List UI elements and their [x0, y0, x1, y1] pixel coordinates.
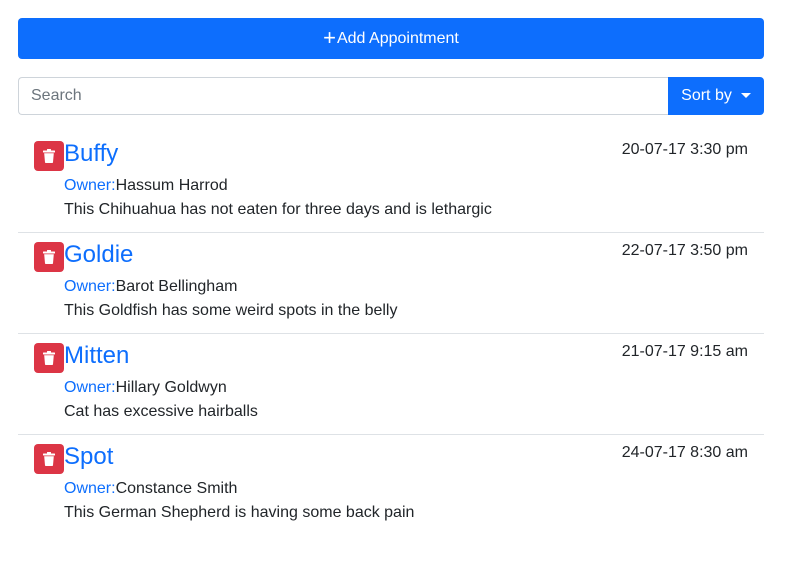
pet-name[interactable]: Buffy — [64, 139, 118, 169]
trash-icon — [43, 452, 55, 466]
trash-icon — [43, 250, 55, 264]
appointment-date: 21-07-17 9:15 am — [621, 343, 748, 360]
trash-icon — [43, 149, 55, 163]
delete-button[interactable] — [34, 141, 64, 171]
owner-line: Owner:Barot Bellingham — [64, 277, 237, 297]
plus-icon: + — [323, 24, 336, 50]
appointment-date: 24-07-17 8:30 am — [621, 444, 748, 461]
appointment-item: Mitten 21-07-17 9:15 am Owner:Hillary Go… — [18, 334, 764, 435]
owner-label: Owner: — [64, 379, 116, 396]
appointment-notes: This Chihuahua has not eaten for three d… — [64, 201, 492, 218]
search-bar: Sort by — [18, 77, 764, 115]
app-container: + Add Appointment Sort by Buffy 20-07-17… — [18, 18, 764, 536]
caret-down-icon — [740, 92, 751, 98]
appointment-date: 22-07-17 3:50 pm — [621, 242, 748, 259]
search-input[interactable] — [18, 77, 668, 115]
owner-line: Owner:Hillary Goldwyn — [64, 378, 227, 398]
pet-name[interactable]: Goldie — [64, 240, 133, 270]
owner-line: Owner:Constance Smith — [64, 479, 237, 499]
delete-button[interactable] — [34, 444, 64, 474]
delete-button[interactable] — [34, 343, 64, 373]
owner-name: Hassum Harrod — [115, 177, 228, 194]
appointment-list: Buffy 20-07-17 3:30 pm Owner:Hassum Harr… — [18, 132, 764, 536]
appointment-notes: This German Shepherd is having some back… — [64, 504, 415, 521]
appointment-item: Goldie 22-07-17 3:50 pm Owner:Barot Bell… — [18, 233, 764, 334]
pet-name[interactable]: Mitten — [64, 341, 129, 371]
delete-button[interactable] — [34, 242, 64, 272]
sort-by-label: Sort by — [681, 87, 732, 104]
owner-name: Constance Smith — [115, 480, 238, 497]
add-appointment-button[interactable]: + Add Appointment — [18, 18, 764, 59]
pet-name[interactable]: Spot — [64, 442, 113, 472]
owner-label: Owner: — [64, 177, 116, 194]
owner-label: Owner: — [64, 480, 116, 497]
add-appointment-label: Add Appointment — [336, 29, 459, 47]
appointment-notes: Cat has excessive hairballs — [64, 403, 258, 420]
appointment-item: Spot 24-07-17 8:30 am Owner:Constance Sm… — [18, 435, 764, 536]
appointment-item: Buffy 20-07-17 3:30 pm Owner:Hassum Harr… — [18, 132, 764, 233]
appointment-notes: This Goldfish has some weird spots in th… — [64, 302, 398, 319]
sort-by-dropdown-button[interactable]: Sort by — [668, 77, 764, 115]
owner-label: Owner: — [64, 278, 116, 295]
owner-name: Hillary Goldwyn — [115, 379, 227, 396]
trash-icon — [43, 351, 55, 365]
owner-name: Barot Bellingham — [115, 278, 238, 295]
owner-line: Owner:Hassum Harrod — [64, 176, 228, 196]
appointment-date: 20-07-17 3:30 pm — [621, 141, 748, 158]
